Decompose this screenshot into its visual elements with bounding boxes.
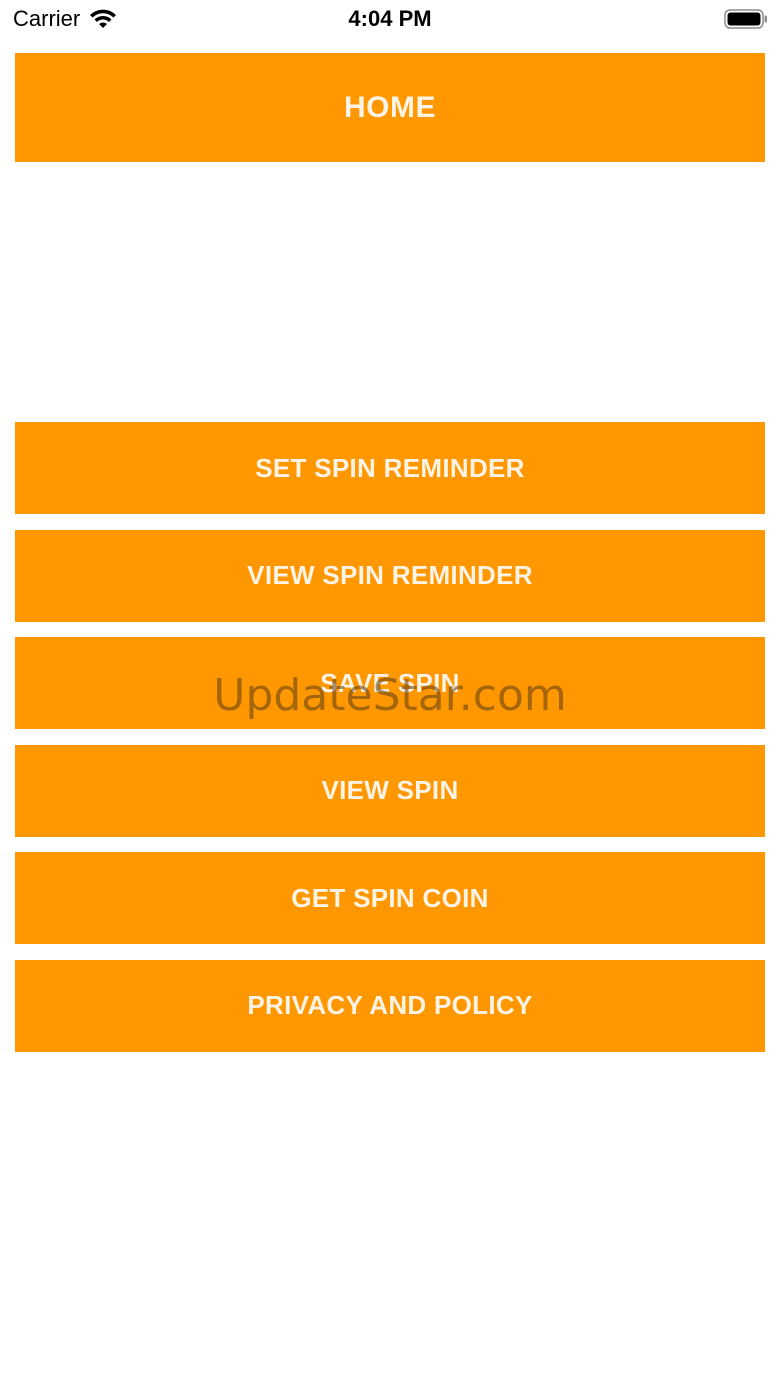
menu-list: SET SPIN REMINDER VIEW SPIN REMINDER SAV… [15,422,765,1067]
privacy-and-policy-button[interactable]: PRIVACY AND POLICY [15,959,765,1052]
view-spin-reminder-button[interactable]: VIEW SPIN REMINDER [15,529,765,622]
set-spin-reminder-button[interactable]: SET SPIN REMINDER [15,422,765,514]
view-spin-button[interactable]: VIEW SPIN [15,744,765,837]
home-header: HOME [15,53,765,162]
status-time: 4:04 PM [348,6,432,31]
page-title: HOME [344,90,436,124]
get-spin-coin-button[interactable]: GET SPIN COIN [15,852,765,944]
save-spin-button[interactable]: SAVE SPIN [15,637,765,729]
status-bar: Carrier 4:04 PM [0,0,780,40]
battery-icon [724,9,767,29]
